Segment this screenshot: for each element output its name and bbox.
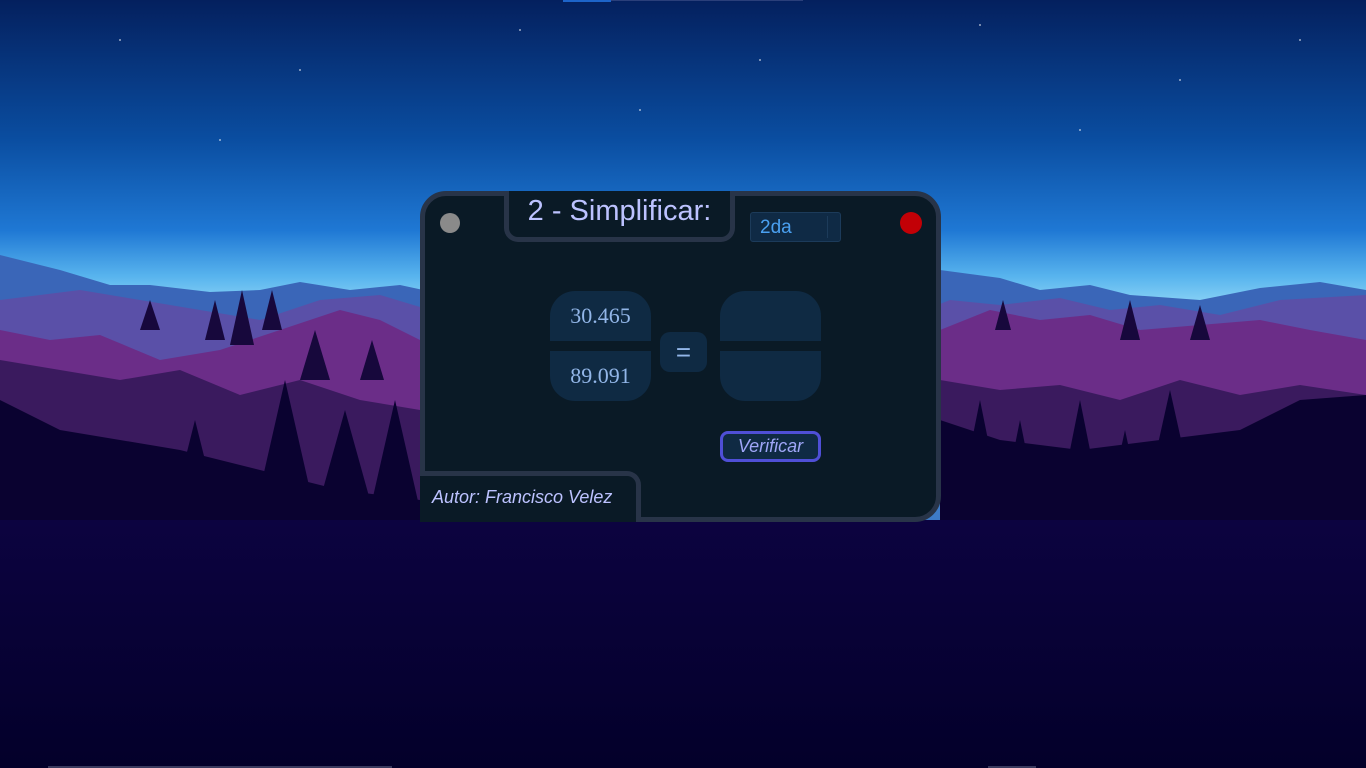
close-button[interactable] xyxy=(900,212,922,234)
answer-numerator-input[interactable] xyxy=(720,291,821,341)
app-window: 2 - Simplificar: 2da 30.465 89.091 = Ver… xyxy=(420,191,941,522)
verify-button[interactable]: Verificar xyxy=(720,431,821,462)
author-tab: Autor: Francisco Velez xyxy=(420,471,641,522)
title-tab: 2 - Simplificar: xyxy=(504,191,735,242)
level-select-value: 2da xyxy=(760,217,792,238)
given-numerator: 30.465 xyxy=(550,291,651,341)
author-label: Autor: Francisco Velez xyxy=(432,487,613,507)
taskbar-indicator-active xyxy=(563,0,611,2)
equals-sign: = xyxy=(660,332,707,372)
taskbar-indicator-track xyxy=(611,0,803,1)
answer-denominator-field[interactable] xyxy=(720,351,821,401)
desktop: 2 - Simplificar: 2da 30.465 89.091 = Ver… xyxy=(0,0,1366,768)
answer-numerator-field[interactable] xyxy=(720,291,821,341)
answer-denominator-input[interactable] xyxy=(720,351,821,401)
window-title: 2 - Simplificar: xyxy=(527,195,712,227)
level-select[interactable]: 2da xyxy=(750,212,841,242)
level-select-divider xyxy=(827,216,828,238)
minimize-button[interactable] xyxy=(440,213,460,233)
given-denominator: 89.091 xyxy=(550,351,651,401)
